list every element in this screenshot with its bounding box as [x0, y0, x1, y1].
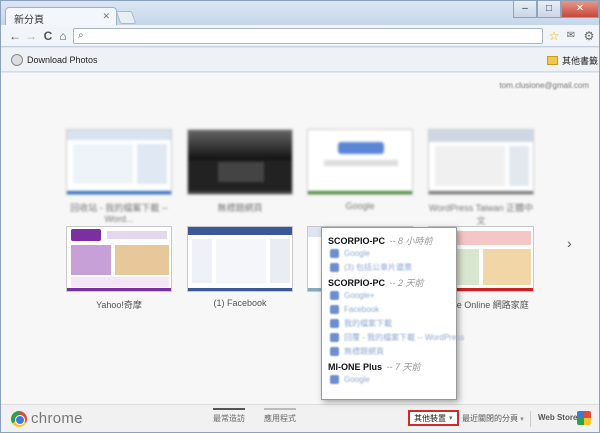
bookmarks-bar: Download Photos 其他書籤 — [1, 48, 599, 72]
next-page-arrow[interactable]: › — [567, 235, 572, 251]
other-devices-menu: SCORPIO-PC -- 8 小時前 Google (3) 包括公車片還票 S… — [321, 227, 464, 400]
most-visited-thumbnail[interactable] — [428, 129, 534, 195]
thumbnail-caption: 無標題網頁 — [217, 203, 263, 213]
favicon-icon — [330, 332, 339, 342]
favicon-icon — [330, 374, 339, 384]
chevron-down-icon: ▾ — [520, 416, 524, 423]
tab-apps[interactable]: 應用程式 — [264, 408, 296, 424]
favicon-icon — [330, 262, 339, 272]
account-email: tom.clusione@gmail.com — [499, 81, 589, 90]
session-age: -- 8 小時前 — [389, 236, 433, 246]
chrome-wordmark: chrome — [31, 410, 83, 427]
device-name: SCORPIO-PC — [328, 236, 386, 246]
most-visited-thumbnail[interactable] — [307, 129, 413, 195]
favicon-icon — [330, 290, 339, 300]
other-devices-label: 其他裝置 — [414, 413, 446, 423]
gmail-checker-icon[interactable]: ✉ — [563, 28, 579, 44]
session-tab-item[interactable]: Google — [322, 246, 456, 260]
other-bookmarks-label: 其他書籤 — [562, 55, 599, 66]
device-name: SCORPIO-PC — [328, 278, 386, 288]
folder-icon — [547, 55, 558, 65]
thumbnail-caption: Google — [345, 201, 375, 211]
toolbar: ← → C ⌂ ⌕ ☆ ✉ ⚙ — [1, 25, 599, 47]
session-tab-item[interactable]: Google+ — [322, 288, 456, 302]
session-tab-item[interactable]: (3) 包括公車片還票 — [322, 260, 456, 274]
bookmark-label: Download Photos — [27, 55, 98, 65]
reload-button[interactable]: C — [40, 28, 56, 44]
window-controls: – □ ✕ — [513, 1, 599, 19]
device-header: SCORPIO-PC -- 8 小時前 — [322, 232, 456, 246]
divider — [530, 411, 531, 427]
most-visited-thumbnail[interactable] — [187, 129, 293, 195]
wrench-icon[interactable]: ⚙ — [581, 28, 597, 44]
session-tab-item[interactable]: 我的檔案下載 — [322, 316, 456, 330]
star-icon[interactable]: ☆ — [546, 28, 562, 44]
session-tab-item[interactable]: Facebook — [322, 302, 456, 316]
session-tab-item[interactable]: Google — [322, 372, 456, 386]
other-devices-button[interactable]: 其他裝置 ▾ — [408, 410, 459, 426]
most-visited-thumbnail[interactable] — [66, 226, 172, 292]
ntp-footer: chrome 最常造訪 應用程式 其他裝置 ▾ 最近關閉的分頁 ▾ Web St… — [1, 404, 599, 432]
favicon-icon — [330, 346, 339, 356]
tab-close-icon[interactable]: ✕ — [102, 11, 110, 22]
page-icon — [11, 54, 23, 66]
chevron-down-icon: ▾ — [449, 415, 453, 422]
favicon-icon — [330, 318, 339, 328]
web-store-icon[interactable] — [577, 411, 591, 425]
thumbnail-caption: WordPress Taiwan 正體中文 — [428, 203, 534, 226]
minimize-button[interactable]: – — [513, 1, 537, 18]
forward-button[interactable]: → — [23, 28, 39, 44]
browser-window: 新分頁 ✕ – □ ✕ ← → C ⌂ ⌕ ☆ ✉ ⚙ Download Pho… — [0, 0, 600, 433]
favicon-icon — [330, 304, 339, 314]
new-tab-button[interactable] — [115, 11, 137, 24]
session-tab-item[interactable]: 無標題網頁 — [322, 344, 456, 358]
chrome-logo-icon — [11, 410, 27, 427]
favicon-icon — [330, 248, 339, 258]
omnibox[interactable]: ⌕ — [73, 28, 543, 44]
tab-most-visited[interactable]: 最常造訪 — [213, 408, 245, 424]
search-icon: ⌕ — [78, 30, 84, 41]
session-tab-item[interactable]: 回覆 - 我的檔案下載 -- WordPress — [322, 330, 464, 344]
maximize-button[interactable]: □ — [537, 1, 561, 18]
chrome-logo: chrome — [11, 410, 83, 427]
other-bookmarks-folder[interactable]: 其他書籤 — [547, 52, 598, 68]
thumbnail-caption: (1) Facebook — [213, 298, 267, 308]
recently-closed-button[interactable]: 最近關閉的分頁 ▾ — [462, 413, 524, 424]
close-button[interactable]: ✕ — [561, 1, 599, 18]
new-tab-page: tom.clusione@gmail.com 回收站 - 我的檔案下載 -- W… — [1, 73, 599, 404]
session-age: -- 2 天前 — [389, 278, 424, 288]
most-visited-thumbnail[interactable] — [187, 226, 293, 292]
home-button[interactable]: ⌂ — [55, 28, 71, 44]
tab-new-tab[interactable]: 新分頁 ✕ — [5, 7, 117, 26]
thumbnail-caption: Yahoo!奇摩 — [96, 300, 142, 310]
bookmark-download-photos[interactable]: Download Photos — [11, 52, 98, 68]
most-visited-thumbnail[interactable] — [66, 129, 172, 195]
device-header: MI-ONE Plus -- 7 天前 — [322, 358, 456, 372]
session-age: -- 7 天前 — [386, 362, 421, 372]
device-name: MI-ONE Plus — [328, 362, 383, 372]
title-bar: 新分頁 ✕ – □ ✕ — [1, 1, 599, 26]
device-header: SCORPIO-PC -- 2 天前 — [322, 274, 456, 288]
web-store-link[interactable]: Web Store — [538, 413, 577, 422]
thumbnail-caption: 回收站 - 我的檔案下載 -- Word... — [70, 203, 168, 224]
back-button[interactable]: ← — [7, 28, 23, 44]
